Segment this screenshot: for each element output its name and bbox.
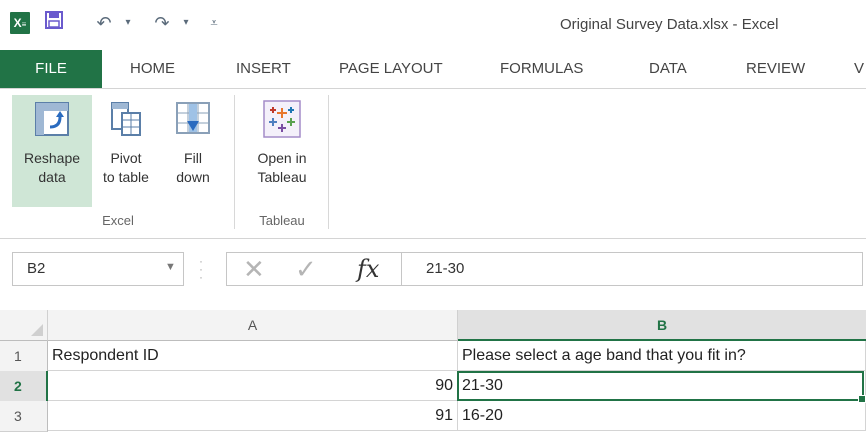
enter-check-icon[interactable]: ✓	[295, 253, 317, 285]
undo-dropdown-icon[interactable]: ▾	[116, 10, 140, 36]
chevron-down-icon[interactable]: ▼	[165, 261, 176, 273]
cell-b3[interactable]: 16-20	[458, 401, 866, 431]
tab-page-layout[interactable]: PAGE LAYOUT	[339, 50, 443, 88]
tab-data[interactable]: DATA	[649, 50, 687, 88]
tab-home[interactable]: HOME	[130, 50, 175, 88]
open-in-tableau-button[interactable]: Open in Tableau	[244, 95, 320, 207]
reshape-data-icon	[32, 99, 72, 139]
fill-label-line1: Fill	[184, 150, 202, 166]
redo-icon[interactable]: ↷	[150, 10, 174, 36]
ribbon-tabs: FILE HOME INSERT PAGE LAYOUT FORMULAS DA…	[0, 50, 866, 88]
fill-down-button[interactable]: Fill down	[162, 95, 224, 207]
reshape-data-label-line2: data	[38, 169, 66, 185]
undo-icon[interactable]: ↶	[92, 10, 116, 36]
customize-qat-icon[interactable]: ⩡	[202, 10, 226, 36]
formula-input[interactable]: 21-30	[402, 252, 863, 286]
tab-insert[interactable]: INSERT	[236, 50, 291, 88]
reshape-data-button[interactable]: Reshape data	[12, 95, 92, 207]
row-header-2[interactable]: 2	[0, 371, 48, 402]
formula-text: 21-30	[426, 260, 465, 277]
open-in-tableau-label-line1: Open in	[257, 150, 307, 166]
cancel-icon[interactable]: ✕	[243, 253, 265, 285]
column-header-b[interactable]: B	[458, 310, 866, 341]
redo-dropdown-icon[interactable]: ▾	[174, 10, 198, 36]
pivot-label-line1: Pivot	[110, 150, 142, 166]
group-divider	[234, 95, 235, 229]
window-title: Original Survey Data.xlsx - Excel	[560, 16, 779, 33]
tab-file[interactable]: FILE	[0, 50, 102, 88]
cell-a3[interactable]: 91	[48, 401, 458, 431]
cell-b1[interactable]: Please select a age band that you fit in…	[458, 341, 866, 371]
fill-down-icon	[173, 99, 213, 139]
name-box[interactable]: B2 ▼	[12, 252, 184, 286]
group-label-excel: Excel	[102, 213, 134, 228]
tab-view[interactable]: V	[854, 50, 864, 88]
fill-handle[interactable]	[858, 395, 866, 403]
resize-handle-icon[interactable]: · · ·	[198, 255, 204, 283]
name-box-value: B2	[27, 260, 46, 277]
formula-bar: B2 ▼ · · · ✕ ✓ fx 21-30	[0, 238, 866, 301]
formula-bar-buttons: ✕ ✓ fx	[226, 252, 402, 286]
row-header-1[interactable]: 1	[0, 341, 48, 372]
tab-formulas[interactable]: FORMULAS	[500, 50, 583, 88]
pivot-table-icon	[106, 99, 146, 139]
tableau-icon	[262, 99, 302, 139]
select-all-corner[interactable]	[0, 310, 48, 341]
worksheet-grid: A B 1 Respondent ID Please select a age …	[0, 300, 866, 434]
column-header-a[interactable]: A	[48, 310, 458, 341]
title-bar: X≡ ↶ ▾ ↷ ▾ ⩡ Original Survey Data.xlsx -…	[0, 0, 866, 50]
pivot-to-table-button[interactable]: Pivot to table	[94, 95, 158, 207]
cell-a2[interactable]: 90	[48, 371, 458, 401]
reshape-data-label-line1: Reshape	[23, 150, 81, 166]
ribbon: Reshape data Pivot to table Fill down Ex…	[0, 88, 866, 239]
active-cell-selection	[457, 371, 866, 403]
open-in-tableau-label-line2: Tableau	[257, 169, 307, 185]
row-header-3[interactable]: 3	[0, 401, 48, 432]
excel-logo-icon[interactable]: X≡	[10, 12, 30, 34]
group-label-tableau: Tableau	[259, 213, 305, 228]
tab-review[interactable]: REVIEW	[746, 50, 805, 88]
save-icon[interactable]	[42, 10, 66, 36]
fill-label-line2: down	[176, 169, 210, 185]
cell-a1[interactable]: Respondent ID	[48, 341, 458, 371]
pivot-label-line2: to table	[103, 169, 149, 185]
insert-function-icon[interactable]: fx	[357, 253, 379, 285]
group-divider	[328, 95, 329, 229]
